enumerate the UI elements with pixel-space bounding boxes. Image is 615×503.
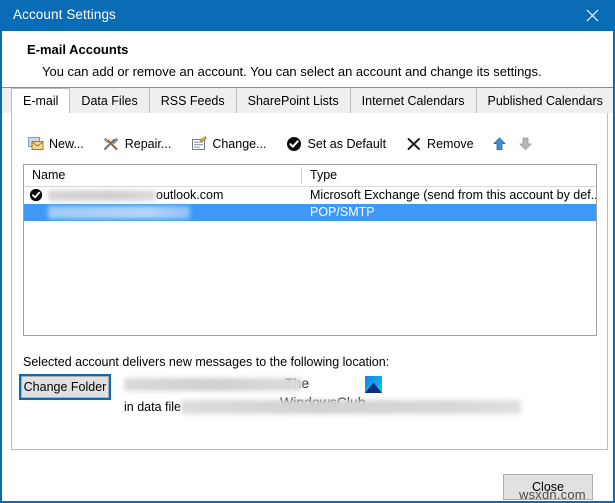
account-type-cell: POP/SMTP (310, 205, 375, 219)
new-mail-icon (27, 136, 44, 153)
set-as-default-label: Set as Default (307, 136, 387, 151)
move-down-button[interactable] (515, 133, 537, 155)
default-account-check-icon (29, 188, 43, 202)
account-type-cell: Microsoft Exchange (send from this accou… (310, 188, 597, 202)
page-title: E-mail Accounts (27, 42, 129, 57)
arrow-up-icon (493, 137, 507, 150)
tab-data-files[interactable]: Data Files (70, 88, 150, 113)
account-name-visible: outlook.com (156, 188, 224, 202)
redacted-account-name (48, 206, 190, 220)
check-circle-icon (286, 136, 303, 153)
tab-sharepoint-lists[interactable]: SharePoint Lists (236, 88, 351, 113)
new-account-button[interactable]: New... (23, 133, 88, 155)
source-watermark: wsxdn.com (519, 487, 586, 502)
change-settings-icon (190, 136, 207, 153)
account-name-cell (48, 205, 190, 220)
remove-account-button[interactable]: Remove (401, 133, 478, 155)
tab-published-calendars[interactable]: Published Calendars (476, 88, 613, 113)
tab-label: Data Files (81, 93, 138, 108)
set-as-default-button[interactable]: Set as Default (282, 133, 391, 155)
repair-account-label: Repair... (124, 136, 172, 151)
change-account-button[interactable]: Change... (186, 133, 270, 155)
tab-label: Published Calendars (487, 93, 603, 108)
redacted-account-name (48, 190, 156, 202)
title-bar: Account Settings (2, 0, 613, 31)
list-header-row: Name Type (24, 165, 596, 187)
page-subtitle: You can add or remove an account. You ca… (42, 64, 542, 79)
tab-e-mail[interactable]: E-mail (11, 88, 71, 113)
column-header-name[interactable]: Name (32, 168, 65, 182)
header-panel: E-mail Accounts You can add or remove an… (2, 31, 613, 88)
delivery-location-label: Selected account delivers new messages t… (23, 355, 390, 369)
table-row[interactable]: outlook.com Microsoft Exchange (send fro… (24, 187, 596, 204)
redacted-folder-path (124, 378, 302, 391)
tab-rss-feeds[interactable]: RSS Feeds (149, 88, 237, 113)
tab-label: E-mail (23, 94, 59, 108)
tab-strip: E-mail Data Files RSS Feeds SharePoint List… (2, 88, 613, 113)
new-account-label: New... (49, 136, 84, 151)
tab-internet-calendars[interactable]: Internet Calendars (350, 88, 477, 113)
arrow-down-icon (519, 137, 533, 151)
remove-account-label: Remove (427, 136, 474, 151)
change-folder-button[interactable]: Change Folder (19, 374, 111, 400)
accounts-toolbar: New... Repair... Change... Set as Defaul… (12, 130, 607, 158)
accounts-list[interactable]: Name Type outlook.com Microsoft Exchange… (23, 164, 597, 336)
redacted-data-file-path (181, 400, 521, 414)
column-header-type[interactable]: Type (310, 168, 337, 182)
account-settings-dialog: Account Settings E-mail Accounts You can… (0, 0, 615, 503)
windowsclub-logo-icon (365, 376, 382, 393)
window-title: Account Settings (13, 7, 116, 22)
change-account-label: Change... (212, 136, 267, 151)
tab-label: RSS Feeds (160, 93, 225, 108)
window-close-button[interactable] (569, 0, 613, 31)
remove-x-icon (405, 136, 422, 153)
tab-label: Internet Calendars (361, 93, 465, 108)
in-data-file-label: in data file (124, 400, 181, 414)
tab-list: E-mail Data Files RSS Feeds SharePoint List… (11, 88, 613, 113)
close-icon (586, 9, 598, 22)
table-row[interactable]: POP/SMTP (24, 204, 596, 221)
repair-account-button[interactable]: Repair... (99, 133, 176, 155)
tab-label: SharePoint Lists (247, 93, 339, 108)
repair-tools-icon (103, 136, 120, 153)
column-divider (301, 167, 302, 184)
account-name-cell: outlook.com (48, 188, 223, 202)
move-up-button[interactable] (489, 133, 511, 155)
